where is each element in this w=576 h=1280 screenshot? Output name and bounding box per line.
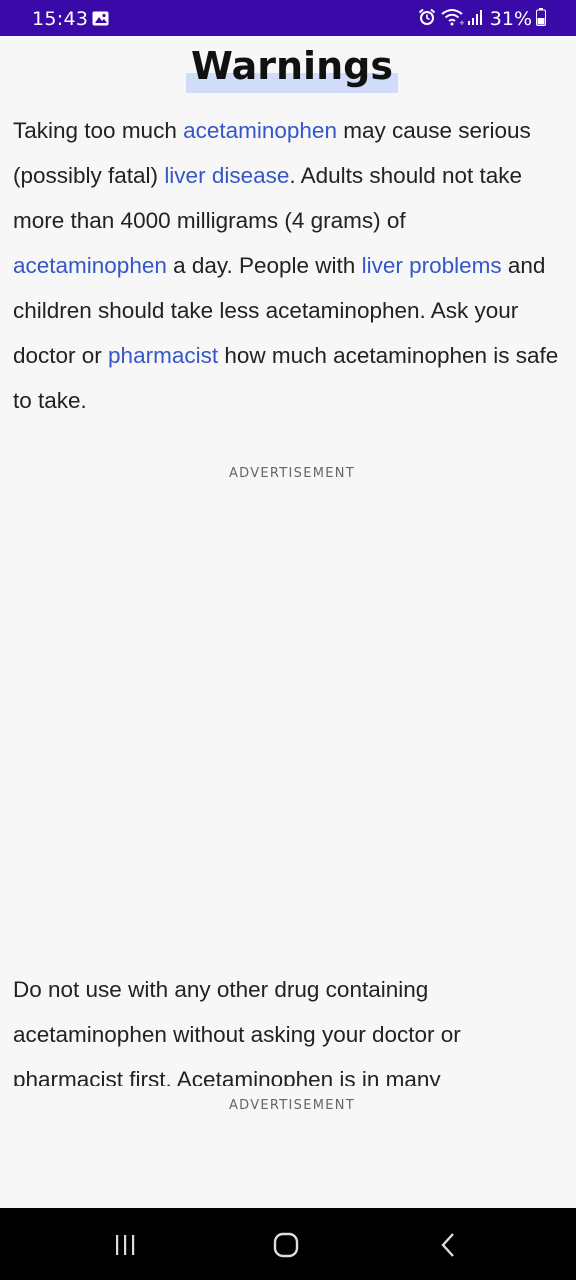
liver-problems-link[interactable]: liver problems: [362, 253, 502, 278]
recents-icon: [116, 1235, 135, 1255]
liver-disease-link[interactable]: liver disease: [164, 163, 289, 188]
battery-percent: 31%: [489, 8, 532, 30]
advertisement-label-2: ADVERTISEMENT: [228, 1098, 356, 1113]
wifi-icon: +: [440, 8, 465, 31]
pharmacist-link[interactable]: pharmacist: [108, 343, 218, 368]
warning-paragraph-1: Taking too much acetaminophen may cause …: [13, 108, 563, 423]
home-button[interactable]: [266, 1230, 306, 1260]
section-heading-wrapper: Warnings: [0, 40, 576, 100]
home-icon: [273, 1232, 299, 1258]
navigation-bar: [0, 1208, 576, 1280]
acetaminophen-link[interactable]: acetaminophen: [183, 118, 337, 143]
battery-icon: [536, 7, 546, 31]
section-heading: Warnings: [191, 44, 393, 88]
status-icons: + 31%: [418, 7, 546, 31]
warning-paragraph-2: Do not use with any other drug containin…: [13, 977, 461, 1086]
gallery-icon: [92, 11, 109, 26]
alarm-icon: [418, 8, 436, 31]
paragraph-text: Taking too much: [13, 118, 184, 143]
acetaminophen-link-2[interactable]: acetaminophen: [13, 253, 167, 278]
back-icon: [441, 1233, 454, 1257]
svg-text:+: +: [459, 19, 464, 26]
back-button[interactable]: [428, 1230, 468, 1260]
paragraph-text: a day. People with: [166, 253, 362, 278]
status-bar: 15:43 + 31%: [0, 0, 576, 36]
status-time: 15:43: [32, 8, 89, 30]
signal-icon: [467, 8, 484, 31]
advertisement-label: ADVERTISEMENT: [228, 466, 356, 481]
recents-button[interactable]: [105, 1230, 145, 1260]
